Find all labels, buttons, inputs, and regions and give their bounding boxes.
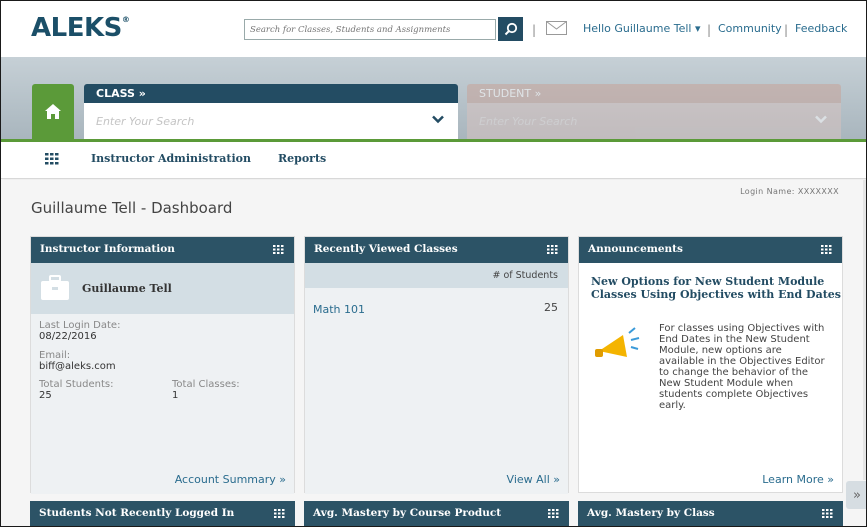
instructor-profile: Guillaume Tell — [31, 263, 294, 314]
global-search — [244, 19, 496, 40]
global-search-input[interactable] — [245, 20, 495, 39]
card-menu-icon[interactable] — [548, 509, 559, 518]
class-selector-label: CLASS » — [84, 84, 458, 103]
app-frame: ALEKS® | Hello Guillaume Tell ▾ | Commun… — [0, 0, 867, 527]
last-login-label: Last Login Date: — [39, 320, 121, 331]
card-header: Avg. Mastery by Class — [578, 501, 843, 526]
student-search-field[interactable]: Enter Your Search — [467, 103, 841, 139]
students-not-logged-card: Students Not Recently Logged In — [30, 501, 295, 526]
mastery-by-product-card: Avg. Mastery by Course Product — [304, 501, 569, 526]
card-title: Avg. Mastery by Course Product — [313, 507, 502, 519]
instructor-details: Last Login Date: 08/22/2016 Email: biff@… — [31, 314, 294, 494]
instructor-name: Guillaume Tell — [82, 282, 172, 295]
chevron-down-icon[interactable] — [432, 115, 444, 124]
community-link[interactable]: Community — [718, 22, 782, 35]
recent-classes-list: Math 101 25 — [305, 288, 568, 494]
search-icon — [504, 22, 517, 36]
home-icon — [45, 104, 61, 119]
total-classes-value: 1 — [172, 390, 179, 401]
side-panel-toggle[interactable]: » — [846, 481, 866, 509]
divider: | — [707, 23, 712, 37]
card-title: Students Not Recently Logged In — [39, 507, 235, 519]
student-search-placeholder: Enter Your Search — [479, 115, 578, 128]
card-menu-icon[interactable] — [273, 245, 284, 254]
briefcase-icon — [41, 275, 69, 300]
account-summary-link[interactable]: Account Summary » — [175, 473, 286, 486]
recently-viewed-card: Recently Viewed Classes # of Students Ma… — [304, 236, 569, 494]
class-search-placeholder: Enter Your Search — [96, 115, 195, 128]
announcement-heading: New Options for New Student Module Class… — [591, 275, 841, 301]
card-title: Instructor Information — [40, 243, 175, 255]
card-header: Avg. Mastery by Course Product — [304, 501, 569, 526]
student-selector-label: STUDENT » — [467, 84, 841, 103]
instructor-card: Instructor Information Guillaume Tell La… — [30, 236, 295, 494]
card-menu-icon[interactable] — [821, 245, 832, 254]
feedback-link[interactable]: Feedback — [795, 22, 847, 35]
scroll-track[interactable] — [863, 180, 866, 480]
aleks-logo[interactable]: ALEKS® — [31, 13, 130, 43]
nav-reports[interactable]: Reports — [278, 152, 326, 165]
total-classes-label: Total Classes: — [172, 379, 240, 390]
apps-grid-icon[interactable] — [45, 153, 59, 165]
email-label: Email: — [39, 350, 71, 361]
divider: | — [532, 23, 537, 37]
last-login-value: 08/22/2016 — [39, 331, 97, 342]
top-bar: ALEKS® | Hello Guillaume Tell ▾ | Commun… — [1, 1, 866, 57]
card-menu-icon[interactable] — [547, 245, 558, 254]
class-search-field[interactable]: Enter Your Search — [84, 103, 458, 139]
announcement-body: For classes using Objectives with End Da… — [659, 323, 825, 411]
view-all-link[interactable]: View All » — [507, 473, 560, 486]
class-link-math-101[interactable]: Math 101 — [313, 303, 365, 316]
page-title: Guillaume Tell - Dashboard — [31, 199, 233, 217]
class-student-count: 25 — [544, 301, 558, 314]
main-nav: Instructor Administration Reports — [1, 142, 866, 179]
logo-mark: ® — [121, 15, 130, 24]
divider: | — [784, 23, 789, 37]
user-menu[interactable]: Hello Guillaume Tell ▾ — [583, 22, 700, 35]
column-header-row: # of Students — [305, 263, 568, 288]
student-selector: STUDENT » Enter Your Search — [467, 84, 841, 139]
card-title: Announcements — [588, 243, 683, 255]
card-title: Avg. Mastery by Class — [587, 507, 715, 519]
card-title: Recently Viewed Classes — [314, 243, 458, 255]
card-header: Recently Viewed Classes — [305, 237, 568, 263]
total-students-value: 25 — [39, 390, 52, 401]
mastery-by-class-card: Avg. Mastery by Class — [578, 501, 843, 526]
learn-more-link[interactable]: Learn More » — [762, 473, 834, 486]
announcements-card: Announcements New Options for New Studen… — [578, 236, 843, 493]
nav-instructor-administration[interactable]: Instructor Administration — [91, 152, 251, 165]
card-header: Instructor Information — [31, 237, 294, 263]
email-value: biff@aleks.com — [39, 361, 116, 372]
login-name: Login Name: XXXXXXX — [740, 187, 839, 196]
mail-icon[interactable] — [546, 21, 567, 35]
card-menu-icon[interactable] — [822, 509, 833, 518]
logo-text: ALEKS — [31, 13, 122, 43]
class-selector: CLASS » Enter Your Search — [84, 84, 458, 139]
megaphone-icon — [595, 327, 640, 357]
card-header: Students Not Recently Logged In — [30, 501, 295, 526]
home-button[interactable] — [32, 84, 74, 139]
total-students-label: Total Students: — [39, 379, 114, 390]
students-column-header: # of Students — [492, 270, 558, 281]
search-button[interactable] — [498, 17, 523, 41]
card-header: Announcements — [579, 237, 842, 263]
card-menu-icon[interactable] — [274, 509, 285, 518]
chevron-down-icon[interactable] — [815, 115, 827, 124]
